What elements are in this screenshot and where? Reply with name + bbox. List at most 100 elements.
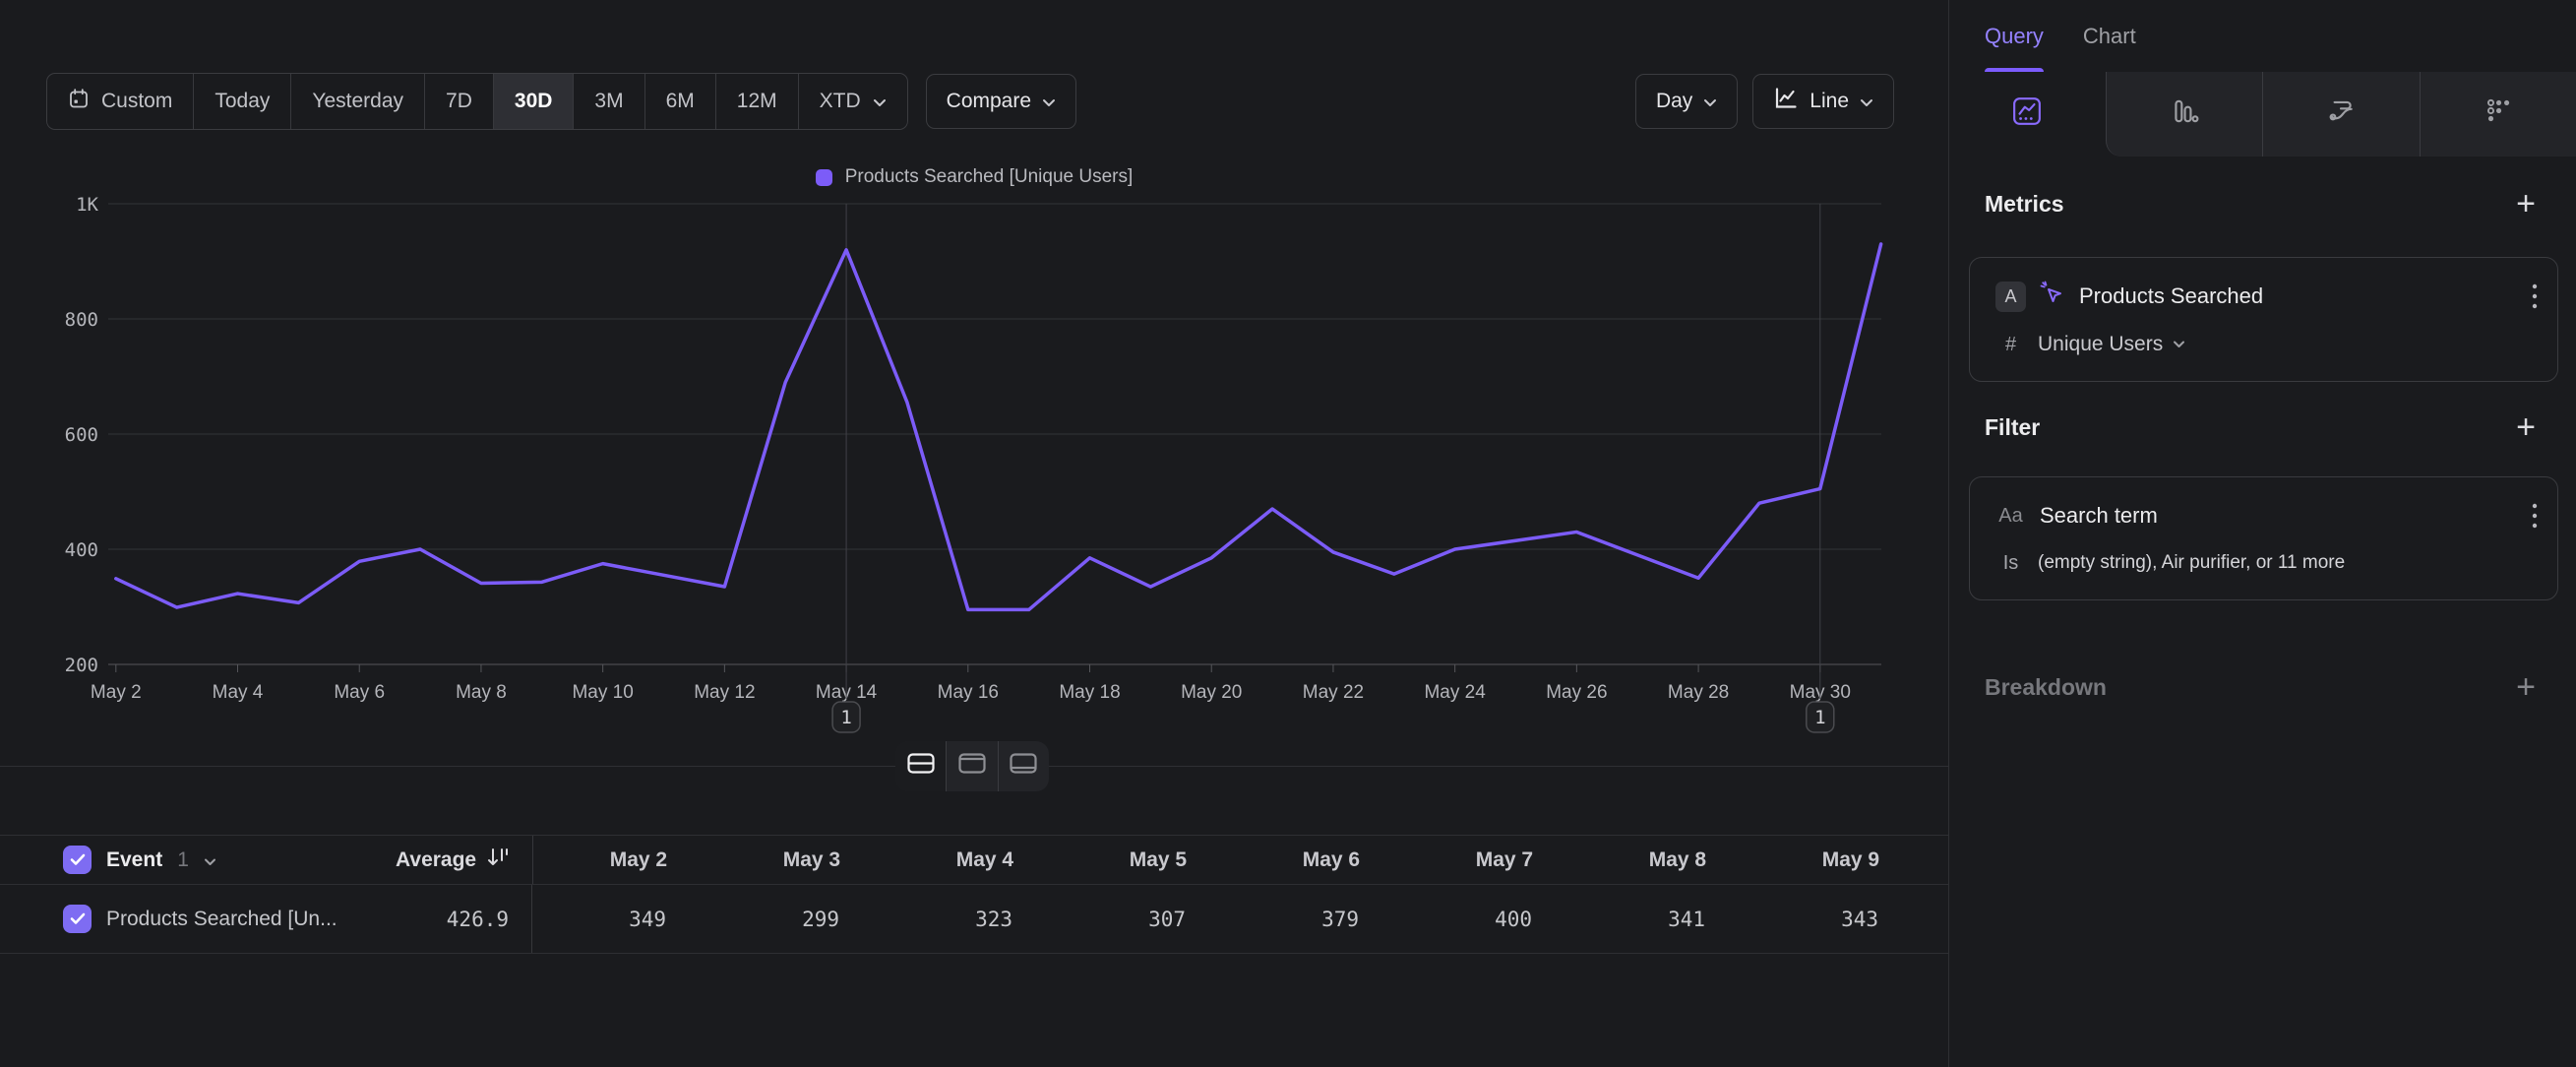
- range-6m[interactable]: 6M: [644, 74, 715, 129]
- kebab-menu-icon[interactable]: [2532, 502, 2538, 530]
- results-table: Event 1 Average May 2May 3May 4May 5May …: [0, 835, 1948, 954]
- range-label: Today: [215, 90, 270, 113]
- average-column-label: Average: [396, 848, 476, 872]
- range-label: 6M: [666, 90, 695, 113]
- toolbar: Custom Today Yesterday 7D 30D 3M 6M 12M XTD Comp…: [46, 74, 1894, 129]
- date-value-cell: 349: [532, 908, 666, 931]
- date-column-header[interactable]: May 7: [1360, 848, 1533, 872]
- range-label: XTD: [820, 90, 861, 113]
- chart-view-icon: [958, 753, 986, 780]
- chart-legend[interactable]: Products Searched [Unique Users]: [0, 166, 1948, 188]
- aggregation-label: Unique Users: [2038, 333, 2163, 356]
- date-column-header[interactable]: May 3: [667, 848, 840, 872]
- layout-split-view-button[interactable]: [895, 741, 946, 791]
- series-name: Products Searched [Un...: [106, 908, 337, 931]
- series-checkbox[interactable]: [63, 905, 92, 933]
- metric-name: Products Searched: [2079, 283, 2263, 309]
- chart-type-bar[interactable]: [2106, 72, 2263, 157]
- date-column-header[interactable]: May 6: [1187, 848, 1360, 872]
- metric-card[interactable]: A Products Searched # Unique Users: [1969, 257, 2558, 382]
- metrics-dots-icon: [2484, 96, 2513, 132]
- chevron-down-icon: [1860, 90, 1873, 113]
- date-column-header[interactable]: May 2: [533, 848, 667, 872]
- y-axis-label: 600: [65, 424, 98, 446]
- x-axis-label: May 6: [334, 682, 385, 703]
- calendar-icon: [68, 88, 90, 116]
- range-today[interactable]: Today: [193, 74, 290, 129]
- split-view-icon: [907, 753, 935, 780]
- y-axis-label: 800: [65, 309, 98, 331]
- event-cursor-icon: [2040, 281, 2065, 312]
- tab-query[interactable]: Query: [1985, 0, 2044, 72]
- toolbar-right-group: Day Line: [1635, 74, 1894, 129]
- date-value-cell: 307: [1012, 908, 1186, 931]
- date-column-header[interactable]: May 9: [1706, 848, 1879, 872]
- series-line[interactable]: [116, 244, 1881, 609]
- layout-table-view-button[interactable]: [998, 741, 1049, 791]
- metric-letter-badge: A: [1995, 282, 2026, 312]
- sort-descending-icon: [486, 847, 510, 874]
- sidebar-tabs: Query Chart: [1949, 0, 2576, 72]
- range-custom[interactable]: Custom: [47, 74, 193, 129]
- range-label: 12M: [737, 90, 777, 113]
- chart-type-metrics[interactable]: [2420, 72, 2576, 157]
- chart-type-flow[interactable]: [2262, 72, 2420, 157]
- annotation-badge-label: 1: [1814, 707, 1825, 728]
- filter-value[interactable]: (empty string), Air purifier, or 11 more: [2038, 552, 2345, 574]
- chart-type-dropdown[interactable]: Line: [1752, 74, 1894, 129]
- granularity-dropdown[interactable]: Day: [1635, 74, 1738, 129]
- date-value-cell: 343: [1705, 908, 1878, 931]
- date-column-header[interactable]: May 4: [840, 848, 1013, 872]
- filter-card-row: Aa Search term: [1995, 499, 2538, 533]
- chart-type-label: Line: [1809, 90, 1849, 113]
- filter-card[interactable]: Aa Search term Is (empty string), Air pu…: [1969, 476, 2558, 600]
- date-column-header[interactable]: May 5: [1013, 848, 1187, 872]
- line-chart[interactable]: 1K800600400200May 2May 4May 6May 8May 10…: [0, 187, 1948, 758]
- range-3m[interactable]: 3M: [573, 74, 644, 129]
- range-yesterday[interactable]: Yesterday: [290, 74, 424, 129]
- chevron-down-icon: [1703, 90, 1717, 113]
- series-legend-label: Products Searched [Unique Users]: [845, 166, 1134, 188]
- table-row[interactable]: Products Searched [Un... 426.9 349299323…: [0, 885, 1948, 954]
- aggregation-dropdown[interactable]: Unique Users: [2038, 333, 2185, 356]
- query-sidebar: Query Chart Metrics + A P: [1948, 0, 2576, 1067]
- range-7d[interactable]: 7D: [424, 74, 493, 129]
- table-view-icon: [1010, 753, 1037, 780]
- bar-chart-icon: [2170, 96, 2199, 132]
- filter-property-name: Search term: [2040, 503, 2158, 529]
- add-filter-button[interactable]: +: [2511, 413, 2541, 441]
- y-axis-label: 1K: [76, 194, 98, 216]
- layout-chart-view-button[interactable]: [946, 741, 997, 791]
- x-axis-label: May 22: [1303, 682, 1364, 703]
- x-axis-label: May 28: [1668, 682, 1729, 703]
- date-range-segmented-control: Custom Today Yesterday 7D 30D 3M 6M 12M XTD: [46, 73, 908, 130]
- y-axis-label: 200: [65, 655, 98, 676]
- metrics-title: Metrics: [1985, 191, 2064, 218]
- add-breakdown-button[interactable]: +: [2511, 673, 2541, 701]
- range-label: 3M: [594, 90, 623, 113]
- average-value: 426.9: [447, 908, 509, 931]
- range-label: 7D: [446, 90, 472, 113]
- kebab-menu-icon[interactable]: [2532, 282, 2538, 310]
- series-name-cell: Products Searched [Un...: [0, 905, 396, 933]
- date-column-header[interactable]: May 8: [1533, 848, 1706, 872]
- compare-label: Compare: [947, 90, 1031, 113]
- x-axis-label: May 20: [1181, 682, 1242, 703]
- compare-button[interactable]: Compare: [926, 74, 1076, 129]
- range-30d[interactable]: 30D: [493, 74, 574, 129]
- date-value-cells: 349299323307379400341343: [532, 908, 1878, 931]
- x-axis-label: May 16: [938, 682, 999, 703]
- main-area: Custom Today Yesterday 7D 30D 3M 6M 12M XTD Comp…: [0, 0, 1948, 1067]
- add-metric-button[interactable]: +: [2511, 190, 2541, 218]
- chart-type-insights[interactable]: [1949, 72, 2106, 157]
- metric-card-row: A Products Searched: [1995, 280, 2538, 313]
- range-12m[interactable]: 12M: [715, 74, 798, 129]
- select-all-checkbox[interactable]: [63, 846, 92, 874]
- average-header-cell[interactable]: Average: [396, 847, 510, 874]
- filter-condition-row: Is (empty string), Air purifier, or 11 m…: [1995, 548, 2538, 578]
- range-xtd[interactable]: XTD: [798, 74, 907, 129]
- x-axis-label: May 8: [456, 682, 507, 703]
- chevron-down-icon[interactable]: [204, 848, 216, 872]
- tab-chart[interactable]: Chart: [2083, 0, 2136, 72]
- range-label: Custom: [101, 90, 172, 113]
